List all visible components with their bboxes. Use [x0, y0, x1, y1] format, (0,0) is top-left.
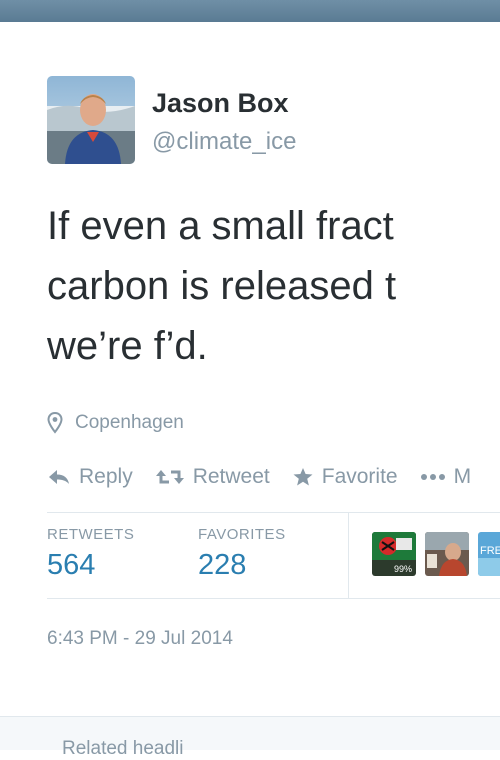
tweet-location[interactable]: Copenhagen	[47, 410, 184, 436]
retweets-stat[interactable]: RETWEETS 564	[47, 526, 134, 582]
favoriter-avatar-text: FRE	[480, 545, 500, 557]
more-button[interactable]: M	[420, 465, 472, 489]
favoriter-avatar[interactable]	[425, 532, 469, 576]
favorite-button[interactable]: Favorite	[292, 465, 398, 489]
author-handle[interactable]: @climate_ice	[152, 128, 296, 156]
tweet-text-line: we’re f’d.	[47, 324, 208, 368]
favorites-stat[interactable]: FAVORITES 228	[198, 526, 286, 582]
tweet-text-line: carbon is released t	[47, 264, 397, 308]
tweet-text-line: If even a small fract	[47, 204, 394, 248]
reply-button[interactable]: Reply	[47, 465, 133, 489]
window-top-bar	[0, 0, 500, 22]
retweet-icon	[155, 470, 184, 484]
favorite-label: Favorite	[321, 465, 398, 488]
favoriter-badge: 99%	[394, 564, 412, 574]
star-icon	[293, 468, 313, 486]
location-pin-icon	[47, 412, 63, 434]
retweet-label: Retweet	[192, 465, 270, 488]
stats-top-divider	[47, 512, 500, 513]
tweet-text: If even a small fract carbon is released…	[47, 196, 500, 376]
author-name[interactable]: Jason Box	[152, 88, 289, 119]
retweets-count: 564	[47, 549, 96, 581]
stats-vertical-divider	[348, 513, 349, 598]
favorites-count: 228	[198, 549, 247, 581]
retweet-button[interactable]: Retweet	[155, 465, 270, 489]
reply-icon	[49, 470, 69, 484]
favoriter-avatar[interactable]: 99%	[372, 532, 416, 576]
location-label: Copenhagen	[75, 412, 184, 433]
author-avatar[interactable]	[47, 76, 135, 164]
stats-bottom-divider	[47, 598, 500, 599]
tweet-timestamp[interactable]: 6:43 PM - 29 Jul 2014	[47, 628, 233, 650]
reply-label: Reply	[79, 465, 133, 488]
retweets-label: RETWEETS	[47, 526, 135, 543]
more-dots-icon	[420, 474, 445, 480]
related-headlines-link[interactable]: Related headli	[62, 738, 183, 760]
more-label: M	[453, 465, 472, 488]
tweet-actions: Reply Retweet Favorite M	[47, 462, 493, 492]
favorites-label: FAVORITES	[198, 526, 286, 543]
favoriter-avatar[interactable]: FRE	[478, 532, 500, 576]
